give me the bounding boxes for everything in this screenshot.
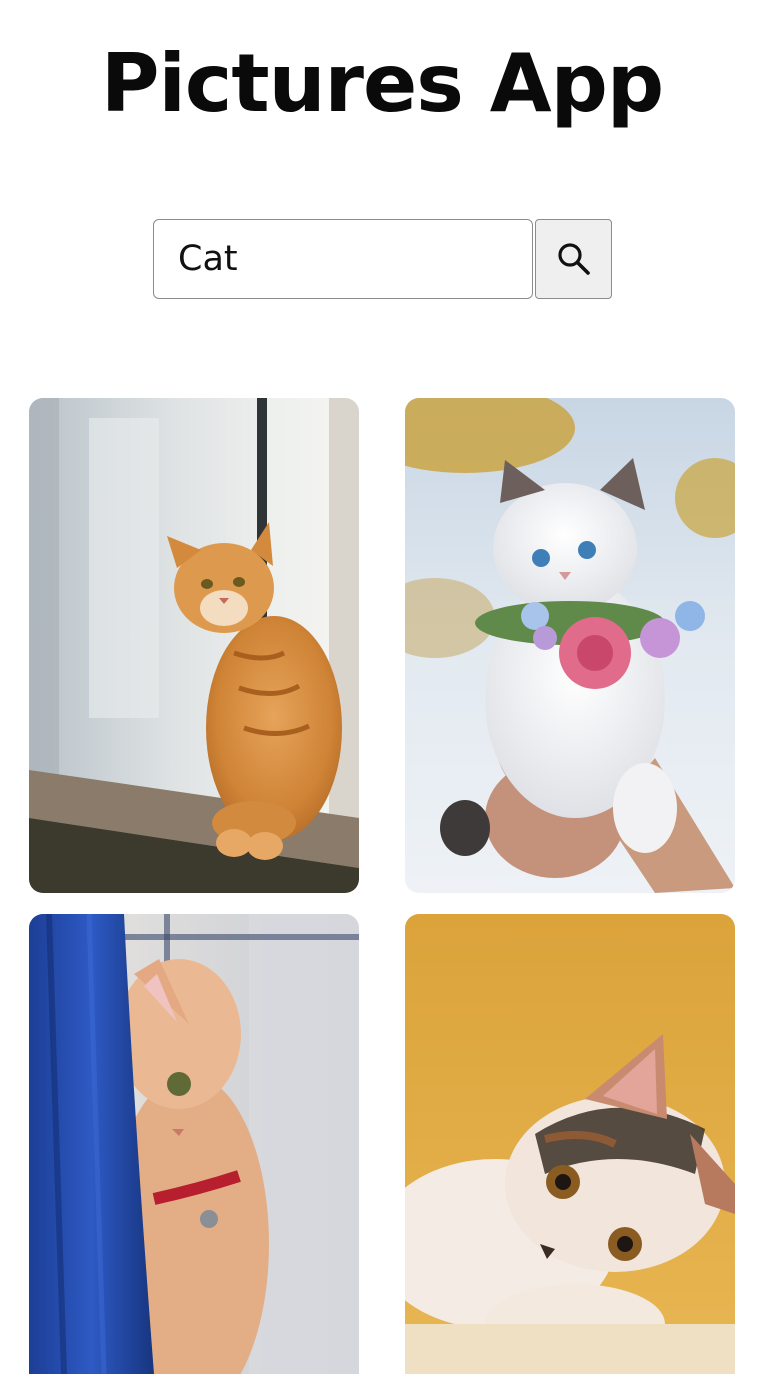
photo-orange-tabby-cat [29,398,359,893]
photo-calico-kitten-lying [405,914,735,1374]
search-input[interactable] [153,219,533,299]
photo-card[interactable] [29,914,359,1374]
photo-card[interactable] [405,398,735,893]
photo-card[interactable] [405,914,735,1374]
photo-card[interactable] [29,398,359,893]
search-icon [557,243,590,275]
search-bar [153,219,612,299]
search-button[interactable] [535,219,612,299]
page-title: Pictures App [100,37,664,130]
photo-white-kitten-flower-collar [405,398,735,893]
photo-cat-behind-blue-curtain [29,914,359,1374]
